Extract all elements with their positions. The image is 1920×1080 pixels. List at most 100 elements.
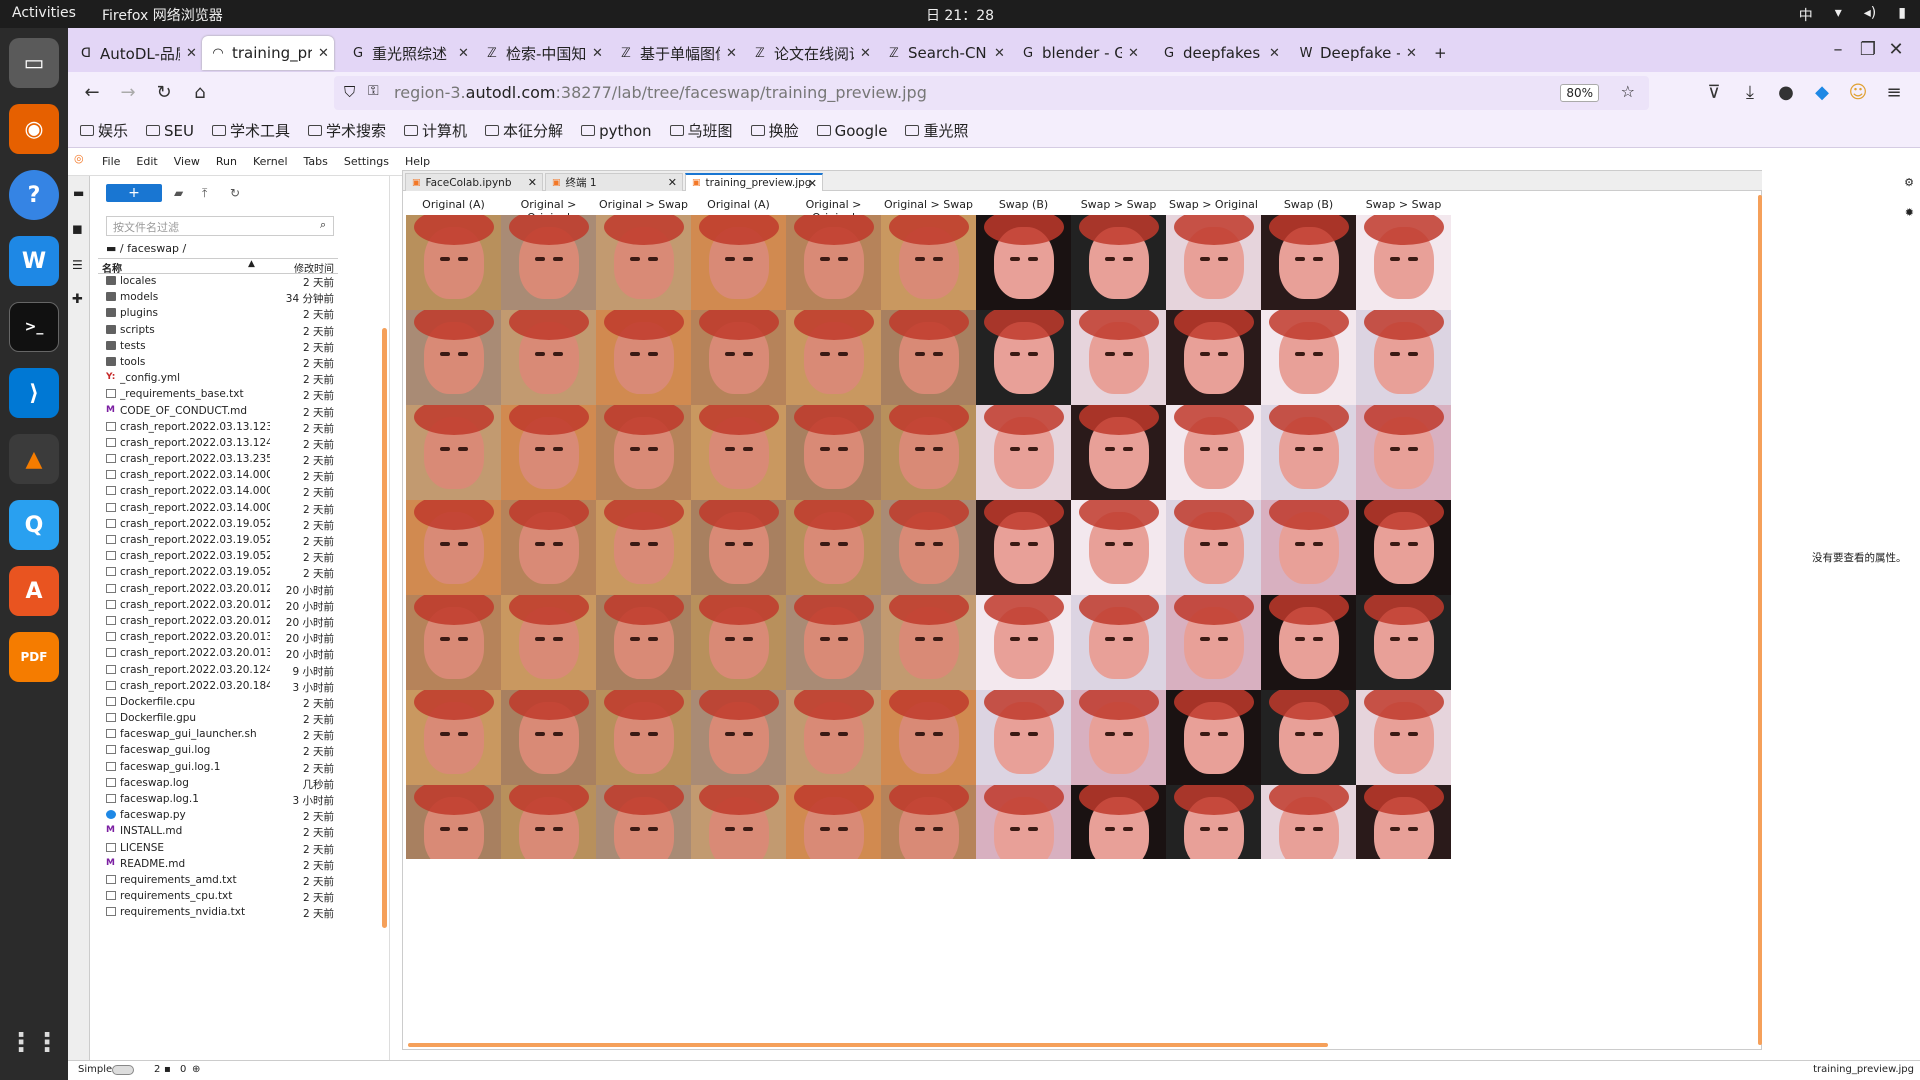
menu-item[interactable]: View	[174, 155, 200, 168]
power-icon[interactable]: ▮	[1898, 5, 1906, 25]
kernel-count[interactable]: 2	[154, 1064, 160, 1075]
file-row[interactable]: Dockerfile.gpu 2 天前	[98, 711, 338, 727]
file-row[interactable]: requirements_amd.txt 2 天前	[98, 873, 338, 889]
file-row[interactable]: crash_report.2022.03.20.012… 20 小时前	[98, 598, 338, 614]
bookmark-item[interactable]: 学术搜索	[308, 120, 386, 141]
folder-icon[interactable]: ▬	[73, 186, 84, 200]
app-menu[interactable]: Firefox 网络浏览器	[102, 5, 223, 25]
file-row[interactable]: M README.md 2 天前	[98, 857, 338, 873]
browser-tab[interactable]: Gblender - Google ✕	[1012, 36, 1144, 70]
shield-icon[interactable]: ⛉	[344, 83, 355, 101]
browser-tab[interactable]: ᗡ AutoDL-品质GPU ✕	[70, 36, 202, 70]
file-row[interactable]: crash_report.2022.03.13.123… 2 天前	[98, 420, 338, 436]
file-row[interactable]: plugins 2 天前	[98, 306, 338, 322]
bookmark-item[interactable]: 学术工具	[212, 120, 290, 141]
account-icon[interactable]: ●	[1774, 81, 1798, 105]
browser-tab[interactable]: ℤ 基于单幅图像人脸 ✕	[610, 36, 742, 70]
browser-tab[interactable]: ℤ Search-CNKI ✕	[878, 36, 1010, 70]
file-row[interactable]: crash_report.2022.03.14.000… 2 天前	[98, 468, 338, 484]
network-icon[interactable]: ▾	[1835, 5, 1842, 25]
file-row[interactable]: _requirements_base.txt 2 天前	[98, 387, 338, 403]
pocket-icon[interactable]: ⊽	[1702, 81, 1726, 105]
terminal-icon[interactable]: >_	[9, 302, 59, 352]
menu-item[interactable]: File	[102, 155, 120, 168]
menu-item[interactable]: Kernel	[253, 155, 288, 168]
file-row[interactable]: scripts 2 天前	[98, 323, 338, 339]
bookmark-item[interactable]: 娱乐	[80, 120, 128, 141]
qq-icon[interactable]: Q	[9, 500, 59, 550]
gear-icon[interactable]: ⚙	[1904, 176, 1914, 189]
file-row[interactable]: crash_report.2022.03.14.000… 2 天前	[98, 484, 338, 500]
col-time-header[interactable]: 修改时间	[294, 260, 334, 275]
breadcrumb-path[interactable]: / faceswap /	[120, 242, 186, 255]
file-row[interactable]: faceswap_gui_launcher.sh 2 天前	[98, 727, 338, 743]
vscode-icon[interactable]: ⟩	[9, 368, 59, 418]
bookmark-item[interactable]: 换脸	[750, 120, 799, 141]
tab-close-icon[interactable]: ✕	[1128, 46, 1144, 61]
tab-close-icon[interactable]: ✕	[318, 46, 334, 61]
star-icon[interactable]: ☆	[1621, 82, 1635, 101]
file-filter-input[interactable]: 按文件名过滤	[106, 216, 334, 236]
new-tab-button[interactable]: +	[1426, 36, 1456, 70]
file-row[interactable]: faceswap_gui.log.1 2 天前	[98, 760, 338, 776]
menu-item[interactable]: Edit	[136, 155, 157, 168]
tab-close-icon[interactable]: ✕	[186, 46, 202, 61]
menu-item[interactable]: Tabs	[304, 155, 328, 168]
tab-close-icon[interactable]: ✕	[1406, 46, 1422, 61]
tab-close-icon[interactable]: ✕	[592, 46, 608, 61]
matlab-icon[interactable]: ▲	[9, 434, 59, 484]
downloads-icon[interactable]: ⤓	[1738, 81, 1762, 105]
forward-icon[interactable]: →	[116, 81, 140, 105]
show-apps-icon[interactable]: ⋮⋮	[8, 1018, 60, 1068]
clock[interactable]: 日 21：28	[926, 5, 994, 25]
extension-2-icon[interactable]: ☺	[1846, 81, 1870, 105]
menu-item[interactable]: Help	[405, 155, 430, 168]
doc-tab-close-icon[interactable]: ✕	[528, 176, 537, 189]
file-row[interactable]: crash_report.2022.03.14.000… 2 天前	[98, 501, 338, 517]
menu-item[interactable]: Settings	[344, 155, 389, 168]
file-row[interactable]: crash_report.2022.03.19.052… 2 天前	[98, 517, 338, 533]
file-row[interactable]: Y: _config.yml 2 天前	[98, 371, 338, 387]
upload-icon[interactable]: ⤒	[202, 186, 207, 201]
lock-icon[interactable]: ⚿	[368, 83, 379, 99]
document-tab[interactable]: ▣ 终端 1 ✕	[545, 173, 683, 191]
file-row[interactable]: tools 2 天前	[98, 355, 338, 371]
file-row[interactable]: tests 2 天前	[98, 339, 338, 355]
file-row[interactable]: LICENSE 2 天前	[98, 841, 338, 857]
file-row[interactable]: crash_report.2022.03.20.013… 20 小时前	[98, 646, 338, 662]
menu-icon[interactable]: ≡	[1882, 81, 1906, 105]
file-row[interactable]: models 34 分钟前	[98, 290, 338, 306]
files-icon[interactable]: ▭	[9, 38, 59, 88]
document-tab[interactable]: ▣ training_preview.jpg ✕	[685, 173, 823, 191]
file-row[interactable]: M INSTALL.md 2 天前	[98, 824, 338, 840]
bookmark-item[interactable]: 乌班图	[669, 120, 733, 141]
extension-icon[interactable]: ◆	[1810, 81, 1834, 105]
bookmark-item[interactable]: 重光照	[905, 120, 969, 141]
file-list-header[interactable]: 名称 ▲ 修改时间	[98, 258, 338, 275]
file-row[interactable]: crash_report.2022.03.20.124… 9 小时前	[98, 663, 338, 679]
file-row[interactable]: requirements_nvidia.txt 2 天前	[98, 905, 338, 921]
home-icon[interactable]: ⌂	[188, 81, 212, 105]
url-text[interactable]: region-3.autodl.com:38277/lab/tree/faces…	[394, 83, 927, 102]
tab-close-icon[interactable]: ✕	[1269, 46, 1285, 61]
new-launcher-button[interactable]: +	[106, 184, 162, 202]
browser-tab[interactable]: W Deepfake - Wikip ✕	[1290, 36, 1422, 70]
debugger-icon[interactable]: ✹	[1905, 206, 1914, 219]
browser-tab[interactable]: ℤ 论文在线阅读—中 ✕	[744, 36, 876, 70]
volume-icon[interactable]: ◂)	[1864, 5, 1877, 25]
file-row[interactable]: crash_report.2022.03.19.052… 2 天前	[98, 533, 338, 549]
simple-mode-toggle[interactable]	[112, 1065, 134, 1075]
tab-close-icon[interactable]: ✕	[860, 46, 876, 61]
reload-icon[interactable]: ↻	[152, 81, 176, 105]
file-row[interactable]: faceswap.py 2 天前	[98, 808, 338, 824]
browser-tab[interactable]: ℤ 检索-中国知网 ✕	[476, 36, 608, 70]
url-bar[interactable]: ⛉ ⚿ region-3.autodl.com:38277/lab/tree/f…	[334, 76, 1649, 110]
tab-close-icon[interactable]: ✕	[994, 46, 1010, 61]
file-list-scrollbar[interactable]	[382, 328, 387, 928]
file-row[interactable]: crash_report.2022.03.19.052… 2 天前	[98, 549, 338, 565]
zoom-indicator[interactable]: 80%	[1560, 84, 1599, 102]
maximize-button[interactable]: ❐	[1856, 38, 1880, 62]
activities-button[interactable]: Activities	[12, 5, 76, 21]
back-icon[interactable]: ←	[80, 81, 104, 105]
input-method-indicator[interactable]: 中	[1799, 5, 1813, 25]
